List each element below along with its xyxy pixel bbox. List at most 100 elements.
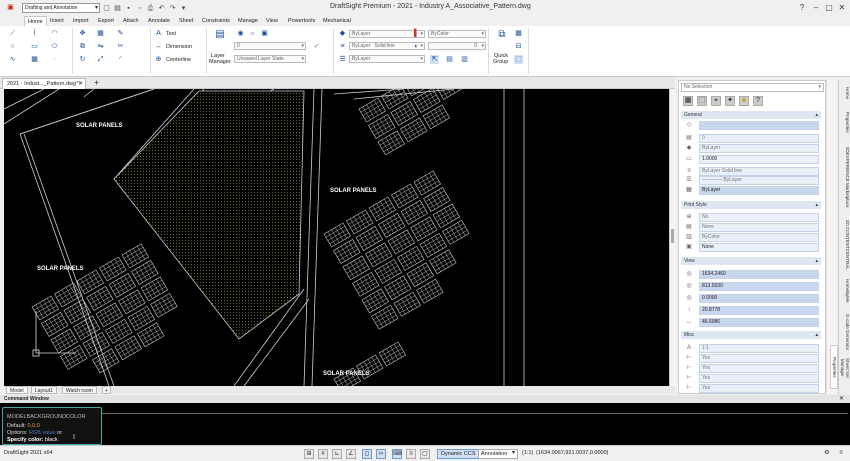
prop-line-style[interactable]: ☰ ———— ByLayer	[681, 176, 821, 185]
undo-icon[interactable]: ↶	[157, 4, 166, 13]
prop-linetype-scale[interactable]: ▭ 1.0000	[681, 155, 821, 164]
tab-constraints[interactable]: Constraints	[199, 16, 233, 26]
circle-icon[interactable]: ○	[8, 42, 17, 51]
array-icon[interactable]: ▦	[96, 29, 105, 38]
tab-insert[interactable]: Insert	[47, 16, 67, 26]
prop-ccs-name[interactable]: ⊢ Yes	[681, 384, 821, 393]
prop-print-style[interactable]: ⊕ No	[681, 213, 821, 222]
document-tab[interactable]: 2021 - Indust..._Pattern.dwg* ✕	[2, 78, 86, 89]
layer-manager-icon[interactable]: ▤	[214, 30, 226, 42]
layer-manager-line2[interactable]: Manager	[209, 59, 231, 65]
minimize-icon[interactable]: –	[810, 2, 822, 13]
tab-annotate[interactable]: Annotate	[145, 16, 173, 26]
text-button[interactable]: Text	[166, 31, 176, 37]
match-properties-icon[interactable]: ⇱	[430, 55, 439, 64]
prop-ccs-icon-origin[interactable]: ⊢ Yes	[681, 364, 821, 373]
layer-state-select[interactable]: Unsaved Layer State	[234, 55, 306, 63]
add-layout-icon[interactable]: +	[102, 386, 111, 394]
prop-print-attach[interactable]: ▣ None	[681, 243, 821, 252]
open-folder-icon[interactable]: ▤	[113, 4, 122, 13]
tab-import[interactable]: Import	[70, 16, 92, 26]
rotate-icon[interactable]: ↻	[78, 55, 87, 64]
tab-export[interactable]: Export	[95, 16, 117, 26]
centerline-button[interactable]: Centerline	[166, 57, 191, 63]
arc-icon[interactable]: ◠	[50, 29, 59, 38]
selection-select[interactable]: No Selection	[681, 83, 824, 92]
quick-select-icon[interactable]: ⌖	[711, 96, 721, 106]
centerline-icon[interactable]: ⊕	[154, 55, 163, 64]
layout-tab-model[interactable]: Model	[6, 386, 28, 394]
section-general[interactable]: General	[681, 111, 821, 119]
save-icon[interactable]: ▪	[124, 4, 133, 13]
command-input-line[interactable]: Specify color: black	[7, 437, 58, 443]
section-misc[interactable]: Misc	[681, 331, 821, 339]
help-icon[interactable]: ?	[796, 2, 808, 13]
redo-icon[interactable]: ↷	[168, 4, 177, 13]
lineweight-toggle-icon[interactable]: ≡	[406, 449, 416, 459]
layer-select[interactable]: 0	[234, 42, 306, 50]
tab-manage[interactable]: Manage	[235, 16, 261, 26]
copy-icon[interactable]: ⧉	[78, 42, 87, 51]
transparency-icon[interactable]: ◐	[412, 42, 421, 51]
prop-annotation-scale[interactable]: A 1:1	[681, 344, 821, 353]
palette-tab-sheet-set[interactable]: Sheet Set Manager	[840, 350, 850, 386]
prop-color[interactable]: ◇	[681, 121, 821, 130]
ortho-icon[interactable]: ⊾	[332, 449, 342, 459]
print-icon[interactable]: ⎙	[146, 4, 155, 13]
polyline-icon[interactable]: ⌇	[30, 29, 39, 38]
fillet-icon[interactable]: ◜	[116, 55, 125, 64]
prop-center-y[interactable]: ◎ 813.5030	[681, 282, 821, 291]
quick-group-icon[interactable]: ⧉	[496, 30, 508, 42]
ungroup-icon[interactable]: ⊟	[514, 42, 523, 51]
command-prompt-popup[interactable]: MODELBACKGROUNDCOLOR Default: 0,0,0 Opti…	[2, 407, 102, 445]
workspace-toggle-icon[interactable]: ▢	[420, 449, 430, 459]
close-tab-icon[interactable]: ✕	[78, 79, 83, 89]
drawing-canvas[interactable]: SOLAR PANELS SOLAR PANELS SOLAR PANELS S…	[4, 89, 669, 386]
prop-view-width[interactable]: ↔ 46.6986	[681, 318, 821, 327]
erase-icon[interactable]: ✎	[116, 29, 125, 38]
transparency-field[interactable]: 0	[428, 42, 486, 50]
group-select-icon[interactable]: ⬚	[514, 55, 523, 64]
palette-tab-properties-side[interactable]: Properties	[830, 345, 838, 389]
grid-icon[interactable]: #	[318, 449, 328, 459]
text-icon[interactable]: A	[154, 29, 163, 38]
ellipse-icon[interactable]: ⬭	[50, 42, 59, 51]
bycolor-icon[interactable]: ▌	[412, 29, 421, 38]
new-tab-icon[interactable]: +	[92, 78, 101, 88]
hatch-icon[interactable]: ▦	[30, 55, 39, 64]
tab-attach[interactable]: Attach	[120, 16, 142, 26]
close-icon[interactable]: ✕	[839, 395, 844, 403]
select-objects-icon[interactable]: ⬚	[697, 96, 707, 106]
layer-lock-icon[interactable]: ▣	[260, 29, 269, 38]
chevron-down-icon[interactable]: ▾	[512, 449, 515, 456]
tab-home[interactable]: Home	[24, 16, 47, 26]
app-logo-icon[interactable]: ▣	[6, 3, 15, 12]
settings-icon[interactable]: ⚙	[822, 449, 832, 459]
trim-icon[interactable]: ✂	[116, 42, 125, 51]
etrack-icon[interactable]: ∞	[376, 449, 386, 459]
palette-tab-contentcentral[interactable]: 3D CONTENTCENTRAL	[840, 220, 850, 270]
prop-print-table-type[interactable]: ▥ ByColor	[681, 233, 821, 242]
palette-tab-home[interactable]: Home	[840, 84, 850, 102]
point-icon[interactable]: ·	[50, 55, 59, 64]
palette-tab-properties[interactable]: Properties	[840, 108, 850, 136]
customize-icon[interactable]: ▾	[179, 4, 188, 13]
prop-ccs-per-viewport[interactable]: ⊢ Yes	[681, 374, 821, 383]
tab-powertools[interactable]: Powertools	[285, 16, 318, 26]
check-icon[interactable]: ✓	[312, 42, 321, 51]
rectangle-icon[interactable]: ▭	[30, 42, 39, 51]
prop-transparency[interactable]: ▦ ByLayer	[681, 186, 821, 195]
command-input[interactable]: black	[43, 437, 58, 443]
move-icon[interactable]: ✥	[78, 29, 87, 38]
vertical-scrollbar[interactable]	[669, 89, 675, 386]
prop-view-height[interactable]: ↕ 20.8778	[681, 306, 821, 315]
esnap-icon[interactable]: ◻	[362, 449, 372, 459]
palette-tab-gcode[interactable]: G-code Generator	[840, 312, 850, 352]
tab-view[interactable]: View	[263, 16, 281, 26]
mirror-icon[interactable]: ⇋	[96, 42, 105, 51]
tab-sheet[interactable]: Sheet	[176, 16, 196, 26]
line-icon[interactable]: ⟋	[8, 29, 17, 38]
prop-print-table[interactable]: ▤ None	[681, 223, 821, 232]
scroll-thumb[interactable]	[671, 229, 674, 243]
command-area[interactable]	[0, 403, 850, 445]
